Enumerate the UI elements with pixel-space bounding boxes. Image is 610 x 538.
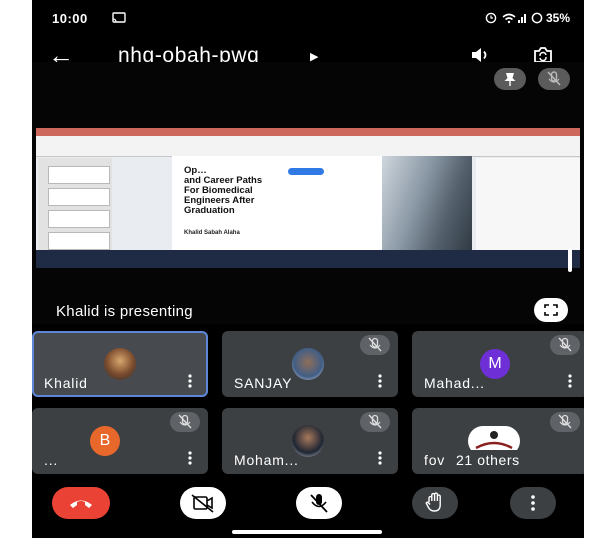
others-tile[interactable]: fov 21 others (412, 408, 584, 474)
mic-off-icon (360, 412, 390, 432)
scroll-handle[interactable] (568, 248, 572, 272)
side-pane (476, 158, 580, 250)
fullscreen-button[interactable] (534, 298, 568, 322)
battery-percent: 35% (545, 11, 570, 25)
participant-name: Khalid (44, 375, 88, 391)
participant-name: ... (44, 452, 59, 468)
more-vert-icon[interactable] (188, 451, 192, 465)
camera-off-icon (191, 494, 214, 513)
mic-off-icon (550, 335, 580, 355)
pin-button[interactable] (494, 68, 526, 90)
hand-icon (425, 492, 441, 512)
participant-name: Mahad... (424, 375, 485, 391)
alarm-icon (485, 12, 497, 24)
clock: 10:00 (52, 11, 88, 26)
more-vert-icon[interactable] (378, 374, 382, 388)
ppt-ribbon (36, 128, 580, 157)
slide-author: Khalid Sabah Alaha (184, 230, 240, 236)
slide-photo (382, 156, 472, 250)
meet-app: 10:00 35% ← nhg-obah-pwq ▶ Op… and Caree… (32, 0, 584, 538)
mic-off-icon (547, 71, 561, 86)
participant-tile[interactable]: M Mahad... (412, 331, 584, 397)
mic-off-icon (170, 412, 200, 432)
avatar (104, 348, 136, 380)
home-indicator[interactable] (232, 530, 382, 534)
end-call-button[interactable] (52, 487, 110, 519)
raise-hand-button[interactable] (412, 487, 458, 519)
slide-thumbnails (38, 158, 112, 250)
mic-off-icon (310, 494, 328, 513)
more-vert-icon[interactable] (378, 451, 382, 465)
more-vert-icon[interactable] (188, 374, 192, 388)
more-options-button[interactable] (510, 487, 556, 519)
taskbar (36, 250, 580, 268)
mic-off-icon (360, 335, 390, 355)
participant-tile[interactable]: Moham... (222, 408, 398, 474)
status-icons: 35% (484, 11, 570, 25)
cast-icon (112, 12, 126, 23)
others-count: 21 others (448, 450, 528, 470)
phone-hangup-icon (70, 500, 92, 508)
participant-name: fov (424, 452, 446, 468)
mic-off-icon (550, 412, 580, 432)
avatar (292, 348, 324, 380)
camera-toggle-button[interactable] (180, 487, 226, 519)
participant-tile[interactable]: Khalid (32, 331, 208, 397)
more-vert-icon[interactable] (568, 374, 572, 388)
presenter-mic-off-button (538, 68, 570, 90)
shared-screen: Op… and Career Paths For Biomedical Engi… (36, 128, 580, 268)
participant-tile[interactable]: SANJAY (222, 331, 398, 397)
pin-icon (504, 73, 516, 86)
avatar: B (90, 426, 120, 456)
status-bar: 10:00 35% (32, 0, 584, 38)
participant-name: Moham... (234, 452, 299, 468)
participant-tile[interactable]: B ... (32, 408, 208, 474)
participant-name: SANJAY (234, 375, 293, 391)
presenting-label: Khalid is presenting (56, 303, 193, 320)
slide-canvas: Op… and Career Paths For Biomedical Engi… (172, 156, 472, 250)
wifi-icon (502, 13, 527, 24)
fullscreen-icon (544, 304, 558, 316)
slide-chip (288, 168, 324, 175)
more-vert-icon (531, 495, 535, 511)
mic-toggle-button[interactable] (296, 487, 342, 519)
battery-icon (531, 12, 542, 24)
